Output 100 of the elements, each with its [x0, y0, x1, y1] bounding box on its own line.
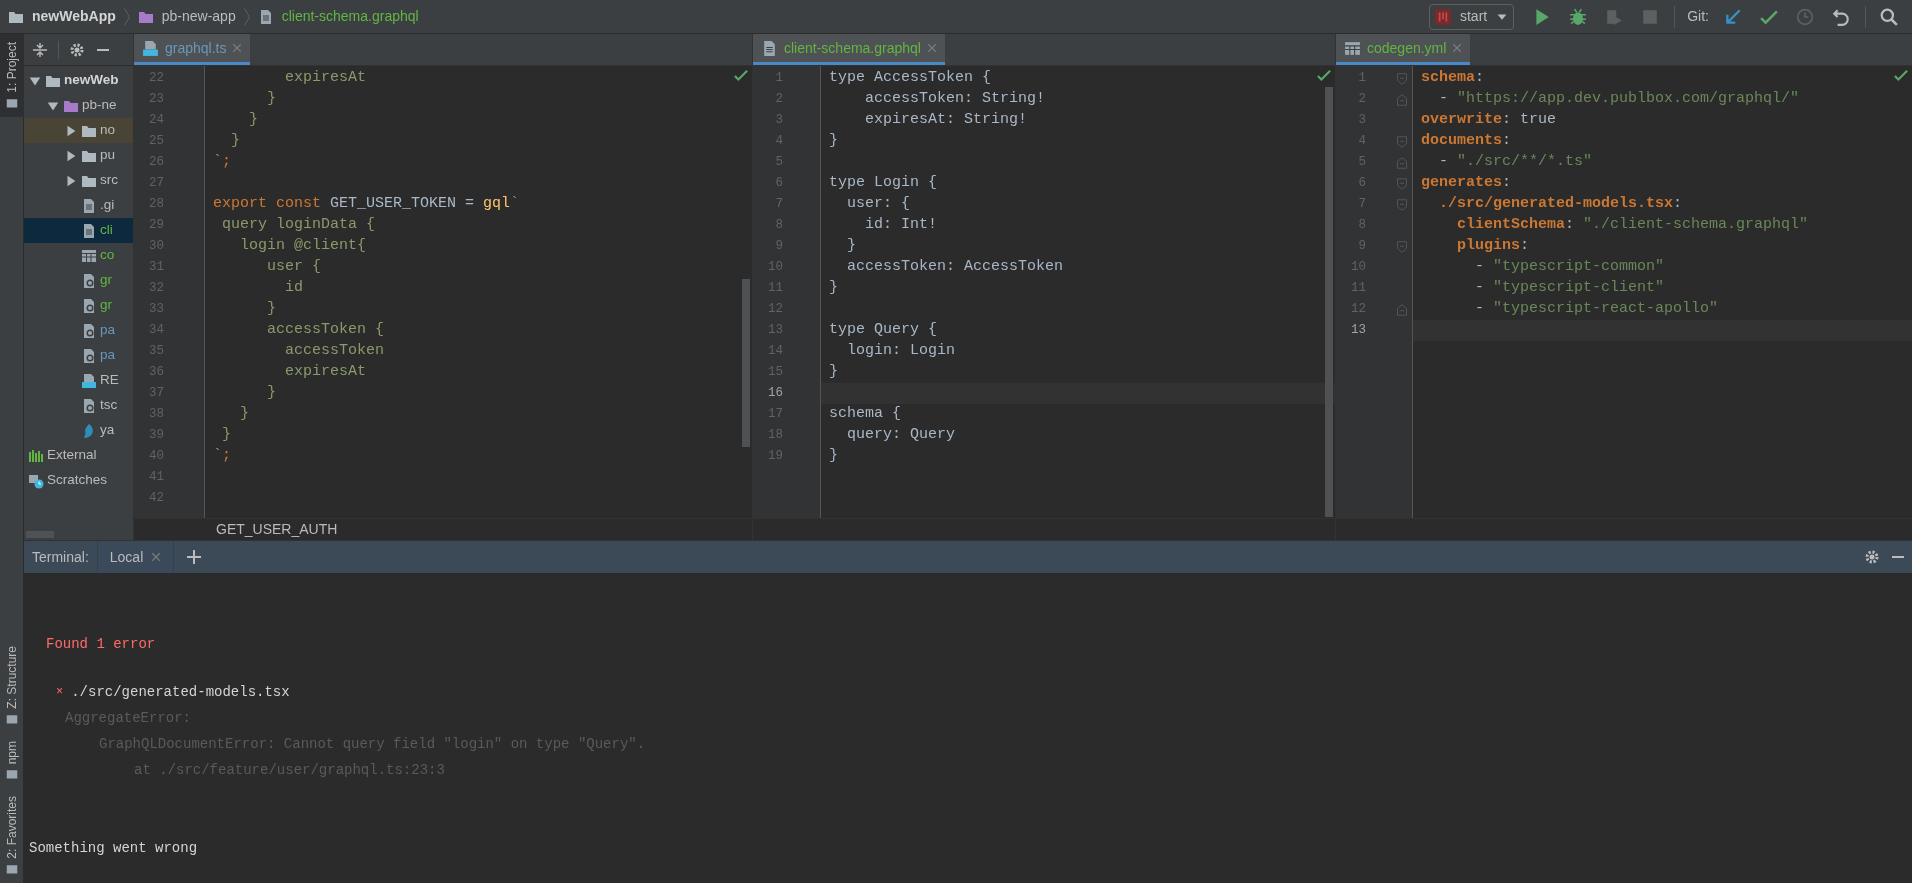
- tree-item[interactable]: newWeb: [24, 68, 133, 93]
- code-line: }: [248, 110, 258, 131]
- close-icon[interactable]: [926, 43, 937, 53]
- tree-item[interactable]: cli: [24, 218, 133, 243]
- stop-icon[interactable]: [1641, 7, 1660, 26]
- code-line: login @client{: [239, 236, 367, 257]
- tree-item[interactable]: no: [24, 118, 133, 143]
- code-line: }: [829, 278, 838, 299]
- unfold-icon[interactable]: [1396, 302, 1408, 317]
- tree-item[interactable]: External: [24, 443, 133, 468]
- code-line: `;: [213, 152, 232, 173]
- breadcrumb[interactable]: newWebApp: [32, 6, 116, 27]
- tree-item[interactable]: tsc: [24, 393, 133, 418]
- table-icon: [1344, 39, 1361, 57]
- fold-icon[interactable]: [1396, 71, 1408, 86]
- panel-icon: [6, 96, 18, 109]
- settings-icon[interactable]: [1864, 549, 1880, 565]
- tree-item[interactable]: RE: [24, 368, 133, 393]
- close-icon[interactable]: [232, 43, 243, 53]
- file-icon: [761, 39, 778, 57]
- editor-tab[interactable]: codegen.yml: [1336, 34, 1471, 65]
- undo-icon[interactable]: [1832, 7, 1850, 26]
- bug-icon[interactable]: [1569, 7, 1588, 26]
- error-message: Found 1 error: [46, 634, 156, 654]
- scrollbar[interactable]: [742, 279, 750, 447]
- fold-icon[interactable]: [1396, 197, 1408, 212]
- breadcrumb[interactable]: GET_USER_AUTH: [216, 519, 338, 540]
- unfold-icon[interactable]: [1396, 92, 1408, 107]
- terminal-line: Something went wrong: [29, 838, 198, 858]
- tool-window-tab[interactable]: 1: Project: [0, 34, 24, 117]
- npm-icon: [1434, 7, 1452, 26]
- fold-icon[interactable]: [1396, 134, 1408, 149]
- line-number: 16: [767, 385, 783, 403]
- fold-icon[interactable]: [1396, 176, 1408, 191]
- collapse-all-icon[interactable]: [32, 41, 48, 58]
- line-number: 13: [1350, 322, 1366, 340]
- code-line: user {: [266, 257, 322, 278]
- tree-item[interactable]: .gi: [24, 193, 133, 218]
- code-line: }: [829, 446, 838, 467]
- tool-window-tab[interactable]: 2: Favorites: [0, 788, 24, 883]
- close-icon[interactable]: [151, 552, 162, 562]
- code-line: documents:: [1421, 131, 1512, 152]
- settings-icon[interactable]: [69, 41, 85, 58]
- tree-item[interactable]: ya: [24, 418, 133, 443]
- config-file-icon: [81, 347, 97, 364]
- tree-item[interactable]: pu: [24, 143, 133, 168]
- tree-item[interactable]: src: [24, 168, 133, 193]
- code-line: }: [221, 425, 231, 446]
- breadcrumb[interactable]: pb-new-app: [161, 6, 236, 27]
- scrollbar[interactable]: [1325, 87, 1333, 517]
- code-line: type Query {: [829, 320, 938, 341]
- breadcrumb[interactable]: client-schema.graphql: [281, 6, 419, 27]
- config-file-icon: [81, 297, 97, 314]
- plus-icon[interactable]: [186, 549, 203, 565]
- code-line: - "https://app.dev.publbox.com/graphql/": [1438, 89, 1800, 110]
- git-label: Git:: [1687, 7, 1709, 26]
- table-icon: [81, 247, 97, 264]
- panel-icon: [6, 863, 18, 875]
- config-file-icon: [81, 322, 97, 339]
- file-icon: [81, 222, 97, 239]
- history-icon[interactable]: [1796, 7, 1814, 26]
- tree-item[interactable]: pa: [24, 318, 133, 343]
- typescript-file-icon: [142, 39, 159, 57]
- code-line: }: [266, 299, 276, 320]
- code-line: - "typescript-common": [1474, 257, 1665, 278]
- tool-window-tab[interactable]: npm: [0, 732, 24, 789]
- code-line: schema {: [829, 404, 901, 425]
- tree-item[interactable]: gr: [24, 293, 133, 318]
- close-icon[interactable]: [1452, 43, 1463, 53]
- file-icon: [81, 197, 97, 214]
- code-line: expiresAt: [284, 362, 367, 383]
- code-line: }: [239, 404, 249, 425]
- code-line: login: Login: [846, 341, 956, 362]
- code-line: accessToken: String!: [864, 89, 1046, 110]
- chevron-icon: [243, 7, 250, 26]
- tool-window-tab[interactable]: Z: Structure: [0, 638, 24, 733]
- code-line: export const GET_USER_TOKEN = gql`: [213, 194, 520, 215]
- check-icon: [734, 69, 748, 83]
- code-line: - "./src/**/*.ts": [1438, 152, 1593, 173]
- code-line: }: [266, 383, 276, 404]
- tree-item[interactable]: gr: [24, 268, 133, 293]
- editor-tab[interactable]: client-schema.graphql: [753, 34, 945, 65]
- tree-item[interactable]: pa: [24, 343, 133, 368]
- tree-item[interactable]: co: [24, 243, 133, 268]
- code-line: generates:: [1421, 173, 1512, 194]
- fold-icon[interactable]: [1396, 239, 1408, 254]
- search-icon[interactable]: [1880, 7, 1898, 26]
- unfold-icon[interactable]: [1396, 155, 1408, 170]
- code-line: accessToken: [284, 341, 385, 362]
- panel-icon: [6, 712, 18, 725]
- tree-item[interactable]: pb-ne: [24, 93, 133, 118]
- code-line: `;: [213, 446, 232, 467]
- check-icon: [1317, 69, 1331, 83]
- code-line: id: [284, 278, 303, 299]
- code-line: }: [829, 131, 838, 152]
- tree-item[interactable]: Scratches: [24, 468, 133, 493]
- run-configuration-dropdown[interactable]: start: [1429, 3, 1515, 30]
- arrow-icon[interactable]: [1724, 7, 1742, 26]
- code-line: - "typescript-react-apollo": [1474, 299, 1719, 320]
- terminal-tab[interactable]: Local: [96, 541, 175, 573]
